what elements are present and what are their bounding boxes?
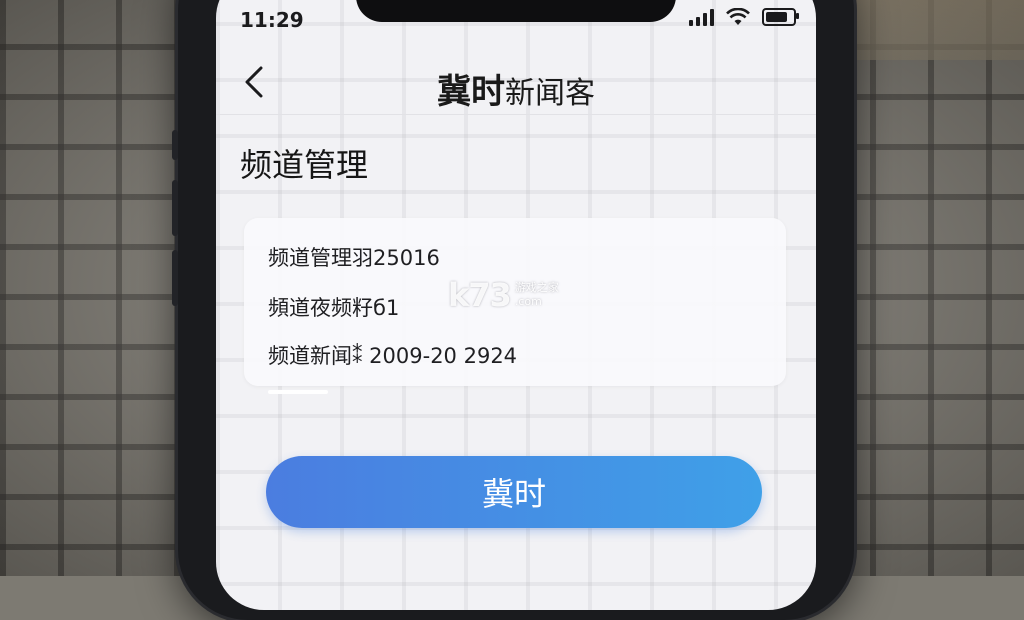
watermark-text: 游戏之家 .com [515, 281, 559, 309]
battery-fill [766, 12, 787, 22]
notch [356, 0, 676, 22]
status-time: 11:29 [240, 8, 304, 32]
battery-icon [762, 8, 799, 26]
wifi-icon [726, 8, 750, 25]
page-title: 频道管理 [240, 146, 369, 184]
signal-icon [689, 8, 714, 26]
nav-title: 冀时新闻客 [216, 64, 816, 113]
channel-item[interactable]: 频道新闻⁑ 2009-20 2924 [268, 340, 517, 370]
navigation-bar: 冀时新闻客 [216, 50, 816, 115]
nav-title-bold: 冀时 [437, 72, 505, 112]
nav-title-rest: 新闻客 [505, 76, 595, 111]
scroll-indicator [268, 390, 328, 394]
volume-up-button [172, 180, 178, 236]
primary-button[interactable]: 冀时 [266, 456, 762, 528]
mute-switch [172, 130, 178, 160]
channel-item[interactable]: 频道管理羽25016 [268, 242, 440, 272]
watermark-logo: k73 [448, 276, 512, 314]
channel-item[interactable]: 頻道夜频籽б1 [268, 292, 399, 322]
volume-down-button [172, 250, 178, 306]
watermark-line2: .com [514, 295, 542, 308]
watermark: k73 游戏之家 .com [448, 276, 559, 314]
status-icons [689, 8, 799, 26]
watermark-line1: 游戏之家 [514, 281, 559, 294]
